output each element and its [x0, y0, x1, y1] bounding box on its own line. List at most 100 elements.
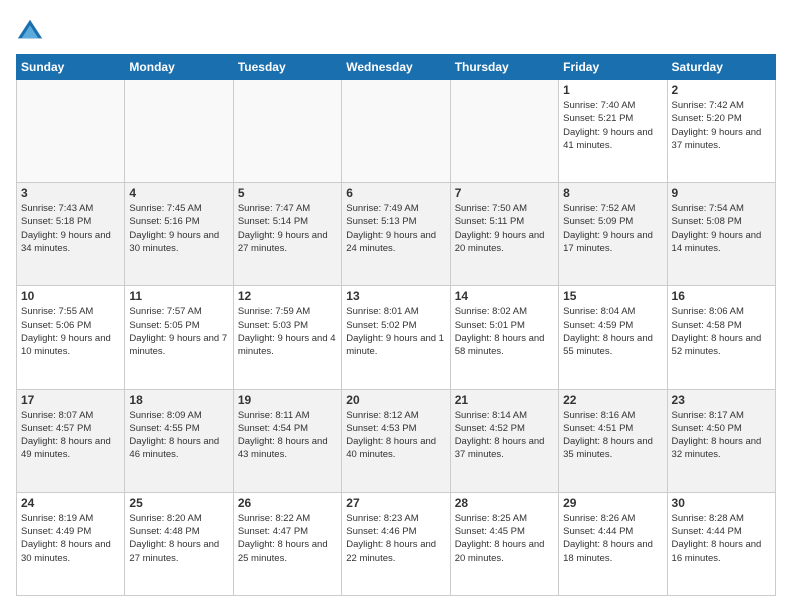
day-number: 27: [346, 496, 445, 510]
day-number: 28: [455, 496, 554, 510]
day-info: Sunrise: 7:40 AM Sunset: 5:21 PM Dayligh…: [563, 99, 662, 152]
calendar-week-4: 17 Sunrise: 8:07 AM Sunset: 4:57 PM Dayli…: [17, 389, 776, 492]
day-number: 14: [455, 289, 554, 303]
day-info: Sunrise: 7:47 AM Sunset: 5:14 PM Dayligh…: [238, 202, 337, 255]
calendar-cell: 5 Sunrise: 7:47 AM Sunset: 5:14 PM Daylig…: [233, 183, 341, 286]
day-info: Sunrise: 8:02 AM Sunset: 5:01 PM Dayligh…: [455, 305, 554, 358]
day-number: 9: [672, 186, 771, 200]
calendar-cell: 26 Sunrise: 8:22 AM Sunset: 4:47 PM Dayli…: [233, 492, 341, 595]
day-info: Sunrise: 7:57 AM Sunset: 5:05 PM Dayligh…: [129, 305, 228, 358]
calendar-cell: 15Sunrise: 8:04 AM Sunset: 4:59 PM Dayli…: [559, 286, 667, 389]
calendar-cell: 2 Sunrise: 7:42 AM Sunset: 5:20 PM Daylig…: [667, 80, 775, 183]
calendar-cell: 20Sunrise: 8:12 AM Sunset: 4:53 PM Dayli…: [342, 389, 450, 492]
day-number: 16: [672, 289, 771, 303]
calendar-cell: 12Sunrise: 7:59 AM Sunset: 5:03 PM Dayli…: [233, 286, 341, 389]
day-number: 20: [346, 393, 445, 407]
calendar-week-3: 10Sunrise: 7:55 AM Sunset: 5:06 PM Dayli…: [17, 286, 776, 389]
calendar-cell: 24Sunrise: 8:19 AM Sunset: 4:49 PM Dayli…: [17, 492, 125, 595]
calendar-week-5: 24Sunrise: 8:19 AM Sunset: 4:49 PM Dayli…: [17, 492, 776, 595]
calendar-cell: 7 Sunrise: 7:50 AM Sunset: 5:11 PM Daylig…: [450, 183, 558, 286]
day-number: 1: [563, 83, 662, 97]
calendar-week-1: 1 Sunrise: 7:40 AM Sunset: 5:21 PM Daylig…: [17, 80, 776, 183]
calendar-cell: 10Sunrise: 7:55 AM Sunset: 5:06 PM Dayli…: [17, 286, 125, 389]
calendar-cell: 8Sunrise: 7:52 AM Sunset: 5:09 PM Daylig…: [559, 183, 667, 286]
col-header-tuesday: Tuesday: [233, 55, 341, 80]
day-info: Sunrise: 7:55 AM Sunset: 5:06 PM Dayligh…: [21, 305, 120, 358]
day-number: 30: [672, 496, 771, 510]
day-info: Sunrise: 8:09 AM Sunset: 4:55 PM Dayligh…: [129, 409, 228, 462]
calendar-cell: 30Sunrise: 8:28 AM Sunset: 4:44 PM Dayli…: [667, 492, 775, 595]
calendar-cell: 6 Sunrise: 7:49 AM Sunset: 5:13 PM Daylig…: [342, 183, 450, 286]
day-info: Sunrise: 8:04 AM Sunset: 4:59 PM Dayligh…: [563, 305, 662, 358]
col-header-saturday: Saturday: [667, 55, 775, 80]
day-info: Sunrise: 7:43 AM Sunset: 5:18 PM Dayligh…: [21, 202, 120, 255]
col-header-thursday: Thursday: [450, 55, 558, 80]
day-number: 7: [455, 186, 554, 200]
day-info: Sunrise: 8:16 AM Sunset: 4:51 PM Dayligh…: [563, 409, 662, 462]
calendar-cell: 23Sunrise: 8:17 AM Sunset: 4:50 PM Dayli…: [667, 389, 775, 492]
day-number: 25: [129, 496, 228, 510]
calendar-cell: 1 Sunrise: 7:40 AM Sunset: 5:21 PM Daylig…: [559, 80, 667, 183]
calendar-cell: 19 Sunrise: 8:11 AM Sunset: 4:54 PM Dayli…: [233, 389, 341, 492]
day-info: Sunrise: 8:07 AM Sunset: 4:57 PM Dayligh…: [21, 409, 120, 462]
calendar-cell: 14 Sunrise: 8:02 AM Sunset: 5:01 PM Dayli…: [450, 286, 558, 389]
calendar-table: SundayMondayTuesdayWednesdayThursdayFrid…: [16, 54, 776, 596]
day-info: Sunrise: 8:25 AM Sunset: 4:45 PM Dayligh…: [455, 512, 554, 565]
calendar-cell: [233, 80, 341, 183]
day-number: 29: [563, 496, 662, 510]
day-info: Sunrise: 7:45 AM Sunset: 5:16 PM Dayligh…: [129, 202, 228, 255]
day-number: 24: [21, 496, 120, 510]
day-number: 26: [238, 496, 337, 510]
day-number: 4: [129, 186, 228, 200]
day-info: Sunrise: 8:17 AM Sunset: 4:50 PM Dayligh…: [672, 409, 771, 462]
calendar-cell: 4 Sunrise: 7:45 AM Sunset: 5:16 PM Daylig…: [125, 183, 233, 286]
day-info: Sunrise: 7:59 AM Sunset: 5:03 PM Dayligh…: [238, 305, 337, 358]
page: SundayMondayTuesdayWednesdayThursdayFrid…: [0, 0, 792, 612]
calendar-week-2: 3 Sunrise: 7:43 AM Sunset: 5:18 PM Daylig…: [17, 183, 776, 286]
day-number: 3: [21, 186, 120, 200]
calendar-cell: 11 Sunrise: 7:57 AM Sunset: 5:05 PM Dayli…: [125, 286, 233, 389]
day-info: Sunrise: 8:01 AM Sunset: 5:02 PM Dayligh…: [346, 305, 445, 358]
col-header-sunday: Sunday: [17, 55, 125, 80]
calendar-cell: 9 Sunrise: 7:54 AM Sunset: 5:08 PM Daylig…: [667, 183, 775, 286]
day-info: Sunrise: 8:14 AM Sunset: 4:52 PM Dayligh…: [455, 409, 554, 462]
calendar-cell: 18 Sunrise: 8:09 AM Sunset: 4:55 PM Dayli…: [125, 389, 233, 492]
day-info: Sunrise: 7:54 AM Sunset: 5:08 PM Dayligh…: [672, 202, 771, 255]
day-number: 17: [21, 393, 120, 407]
col-header-friday: Friday: [559, 55, 667, 80]
logo: [16, 16, 48, 44]
calendar-cell: [17, 80, 125, 183]
day-info: Sunrise: 7:42 AM Sunset: 5:20 PM Dayligh…: [672, 99, 771, 152]
day-number: 11: [129, 289, 228, 303]
calendar-header-row: SundayMondayTuesdayWednesdayThursdayFrid…: [17, 55, 776, 80]
calendar-cell: 29 Sunrise: 8:26 AM Sunset: 4:44 PM Dayli…: [559, 492, 667, 595]
day-info: Sunrise: 8:20 AM Sunset: 4:48 PM Dayligh…: [129, 512, 228, 565]
day-info: Sunrise: 7:49 AM Sunset: 5:13 PM Dayligh…: [346, 202, 445, 255]
header: [16, 16, 776, 44]
calendar-cell: 3 Sunrise: 7:43 AM Sunset: 5:18 PM Daylig…: [17, 183, 125, 286]
calendar-cell: 22 Sunrise: 8:16 AM Sunset: 4:51 PM Dayli…: [559, 389, 667, 492]
day-number: 19: [238, 393, 337, 407]
calendar-cell: 25 Sunrise: 8:20 AM Sunset: 4:48 PM Dayli…: [125, 492, 233, 595]
calendar-cell: [450, 80, 558, 183]
day-info: Sunrise: 7:52 AM Sunset: 5:09 PM Dayligh…: [563, 202, 662, 255]
day-number: 6: [346, 186, 445, 200]
day-info: Sunrise: 8:23 AM Sunset: 4:46 PM Dayligh…: [346, 512, 445, 565]
day-info: Sunrise: 8:26 AM Sunset: 4:44 PM Dayligh…: [563, 512, 662, 565]
calendar-cell: 16Sunrise: 8:06 AM Sunset: 4:58 PM Dayli…: [667, 286, 775, 389]
day-number: 5: [238, 186, 337, 200]
day-number: 2: [672, 83, 771, 97]
calendar-cell: 21Sunrise: 8:14 AM Sunset: 4:52 PM Dayli…: [450, 389, 558, 492]
day-number: 13: [346, 289, 445, 303]
col-header-monday: Monday: [125, 55, 233, 80]
col-header-wednesday: Wednesday: [342, 55, 450, 80]
calendar-cell: 28 Sunrise: 8:25 AM Sunset: 4:45 PM Dayli…: [450, 492, 558, 595]
logo-icon: [16, 16, 44, 44]
day-info: Sunrise: 8:11 AM Sunset: 4:54 PM Dayligh…: [238, 409, 337, 462]
day-info: Sunrise: 8:22 AM Sunset: 4:47 PM Dayligh…: [238, 512, 337, 565]
day-number: 18: [129, 393, 228, 407]
calendar-cell: [342, 80, 450, 183]
day-number: 22: [563, 393, 662, 407]
day-info: Sunrise: 7:50 AM Sunset: 5:11 PM Dayligh…: [455, 202, 554, 255]
calendar-cell: 27 Sunrise: 8:23 AM Sunset: 4:46 PM Dayli…: [342, 492, 450, 595]
